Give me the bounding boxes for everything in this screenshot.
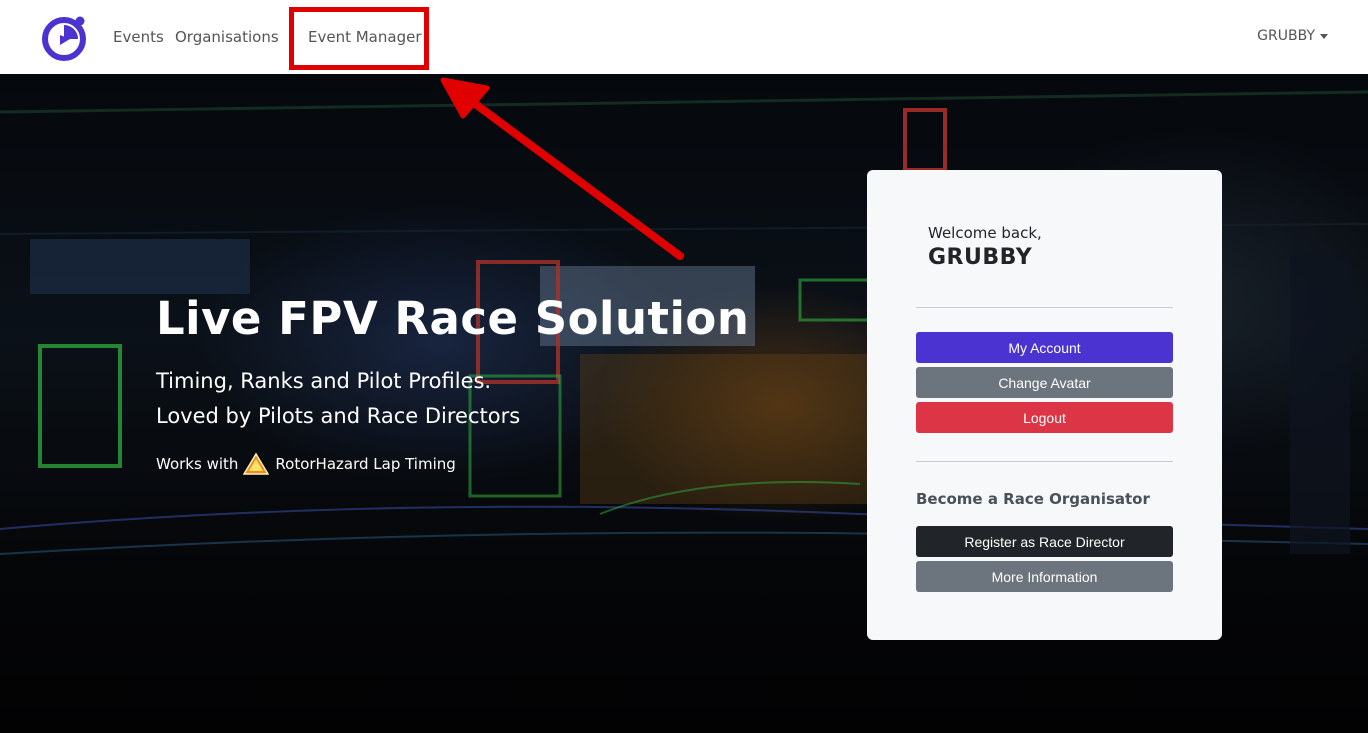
card-divider <box>916 307 1173 308</box>
works-with-line: Works with RotorHazard Lap Timing <box>156 452 456 476</box>
works-with-label: Works with <box>156 455 239 473</box>
nav-link-event-manager[interactable]: Event Manager <box>308 28 422 46</box>
welcome-card: Welcome back, GRUBBY My Account Change A… <box>867 170 1222 640</box>
nav-link-organisations[interactable]: Organisations <box>175 28 279 46</box>
username-heading: GRUBBY <box>928 245 1033 270</box>
top-navbar: Events Organisations Event Manager GRUBB… <box>0 0 1368 74</box>
my-account-button[interactable]: My Account <box>916 332 1173 363</box>
card-divider <box>916 461 1173 462</box>
more-information-button[interactable]: More Information <box>916 561 1173 592</box>
hero-title: Live FPV Race Solution <box>156 292 750 345</box>
rotorhazard-warning-icon <box>243 452 270 475</box>
user-menu-label: GRUBBY <box>1257 28 1315 44</box>
hero-subtitle-1: Timing, Ranks and Pilot Profiles. <box>156 369 492 393</box>
nav-link-events[interactable]: Events <box>113 28 164 46</box>
change-avatar-button[interactable]: Change Avatar <box>916 367 1173 398</box>
caret-down-icon <box>1320 33 1328 39</box>
register-race-director-button[interactable]: Register as Race Director <box>916 526 1173 557</box>
hero-subtitle-2: Loved by Pilots and Race Directors <box>156 404 521 428</box>
welcome-text: Welcome back, <box>928 224 1042 242</box>
user-dropdown-toggle[interactable]: GRUBBY <box>1257 28 1328 44</box>
logout-button[interactable]: Logout <box>916 402 1173 433</box>
race-organisator-heading: Become a Race Organisator <box>916 490 1150 508</box>
rotorhazard-link-text[interactable]: RotorHazard Lap Timing <box>275 455 455 473</box>
stopwatch-logo-icon[interactable] <box>40 12 90 62</box>
